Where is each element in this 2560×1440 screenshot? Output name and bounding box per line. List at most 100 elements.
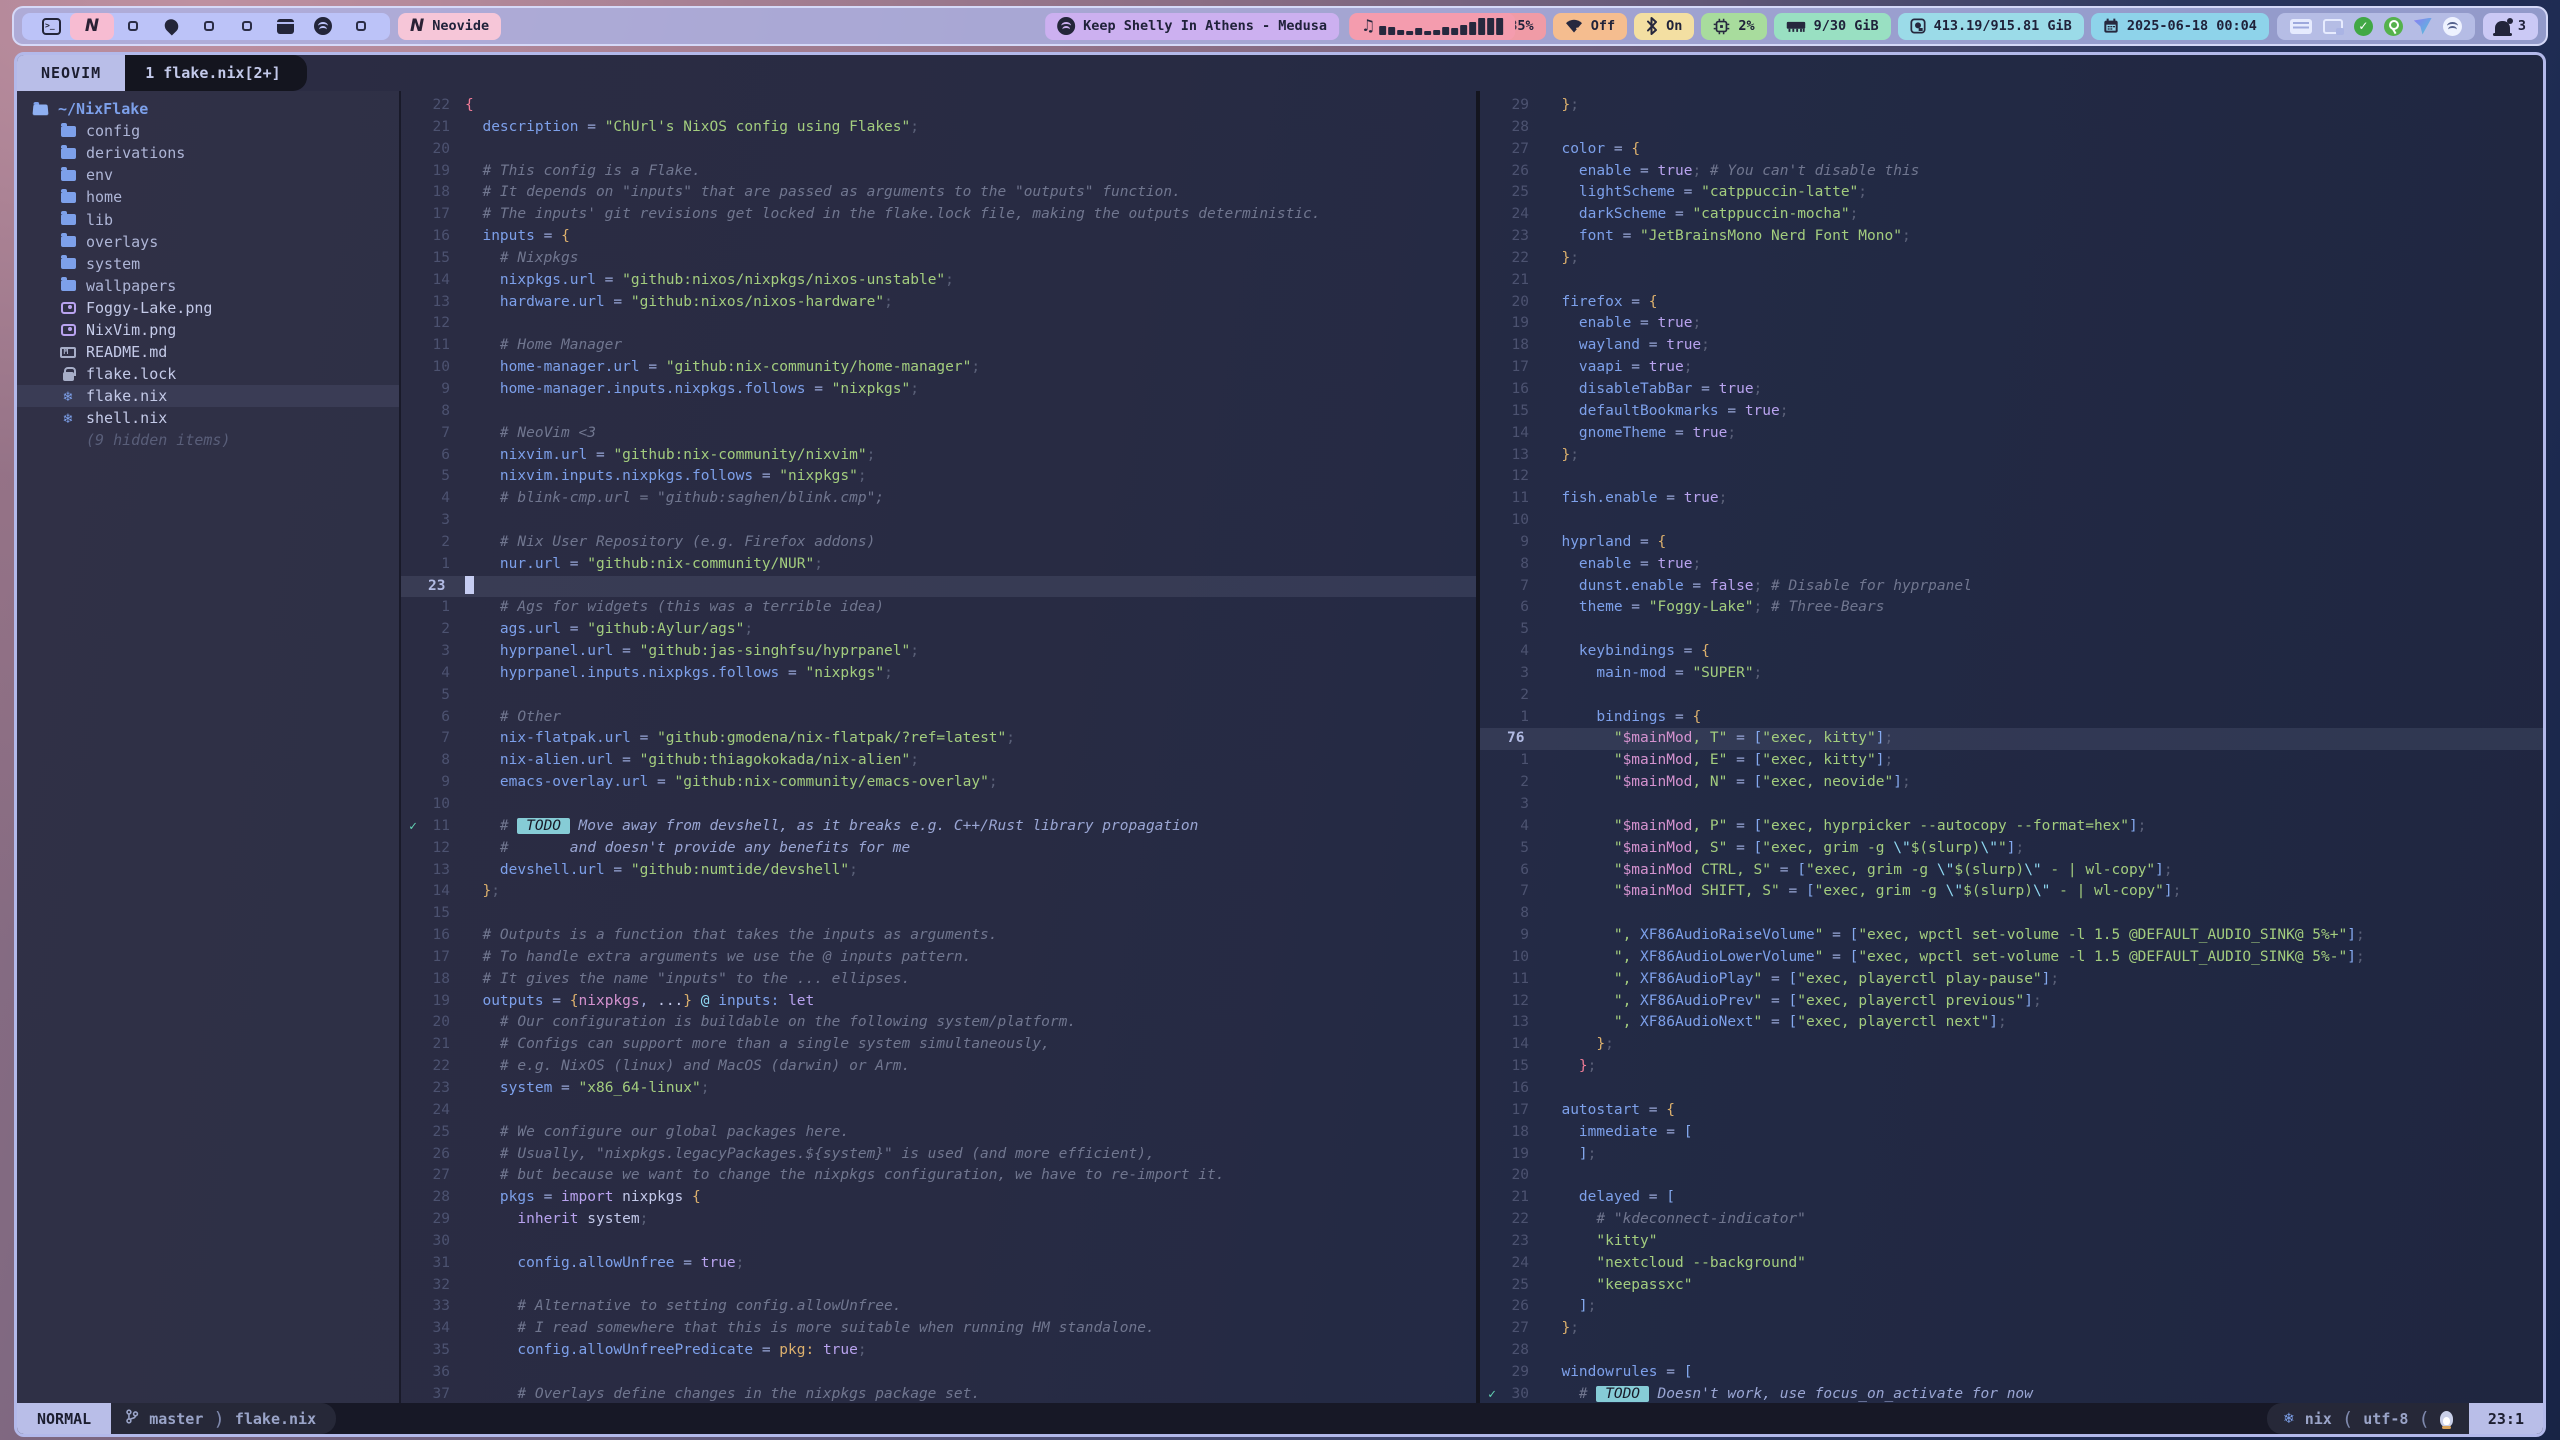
code-line[interactable]: 22 # "kdeconnect-indicator" [1480,1209,2543,1231]
code-line[interactable]: 9 hyprland = { [1480,532,2543,554]
vpn-tray-icon[interactable] [2414,18,2432,35]
tree-item-flake-nix[interactable]: flake.nix [17,385,399,407]
active-app-button[interactable]: Neovide [398,13,501,40]
workspace-button-spotify[interactable] [304,13,342,40]
code-line[interactable]: 4 hyprpanel.inputs.nixpkgs.follows = "ni… [401,663,1476,685]
code-line[interactable]: 12 # and doesn't provide any benefits fo… [401,838,1476,860]
workspace-button-empty[interactable] [342,13,380,40]
code-line[interactable]: 1 # Ags for widgets (this was a terrible… [401,597,1476,619]
tree-item-derivations[interactable]: derivations [17,142,399,164]
code-line[interactable]: 3 [1480,794,2543,816]
code-line[interactable]: 31 config.allowUnfree = true; [401,1253,1476,1275]
tree-item--nixflake[interactable]: ~/NixFlake [17,98,399,120]
tree-item-lib[interactable]: lib [17,208,399,230]
code-line[interactable]: 28 [1480,1340,2543,1362]
tab-buffer-flake-nix[interactable]: 1 flake.nix[2+] [125,55,306,91]
code-line[interactable]: 29 }; [1480,95,2543,117]
code-line[interactable]: 21 description = "ChUrl's NixOS config u… [401,117,1476,139]
code-line[interactable]: 19 ]; [1480,1144,2543,1166]
code-line[interactable]: 20 firefox = { [1480,292,2543,314]
disk-module[interactable]: 413.19/915.81 GiB [1898,13,2084,40]
code-line[interactable]: 14 }; [401,881,1476,903]
workspace-button-empty[interactable] [114,13,152,40]
code-line[interactable]: 10 ", XF86AudioLowerVolume" = ["exec, wp… [1480,947,2543,969]
code-line[interactable]: 36 [401,1362,1476,1384]
workspace-button-neovide[interactable] [70,13,114,40]
tree-item-home[interactable]: home [17,186,399,208]
code-line[interactable]: 26 enable = true; # You can't disable th… [1480,161,2543,183]
tree-item-config[interactable]: config [17,120,399,142]
tree-item-shell-nix[interactable]: shell.nix [17,407,399,429]
code-line[interactable]: 32 [401,1275,1476,1297]
code-line[interactable]: 28 [1480,117,2543,139]
tree-item-nixvim-png[interactable]: NixVim.png [17,319,399,341]
code-line[interactable]: 1 "$mainMod, E" = ["exec, kitty"]; [1480,750,2543,772]
code-line[interactable]: 3 [401,510,1476,532]
code-line[interactable]: 1 bindings = { [1480,707,2543,729]
code-line[interactable]: 76 "$mainMod, T" = ["exec, kitty"]; [1480,728,2543,750]
code-line[interactable]: 4 # blink-cmp.url = "github:saghen/blink… [401,488,1476,510]
tree-item-overlays[interactable]: overlays [17,231,399,253]
code-line[interactable]: 4 keybindings = { [1480,641,2543,663]
media-player-module[interactable]: Keep Shelly In Athens - Medusa [1045,13,1339,40]
code-line[interactable]: 8 [1480,903,2543,925]
memory-module[interactable]: 9/30 GiB [1774,13,1891,40]
code-line[interactable]: 28 pkgs = import nixpkgs { [401,1187,1476,1209]
code-line[interactable]: 15 # Nixpkgs [401,248,1476,270]
notifications-module[interactable]: 3 [2483,13,2538,40]
code-line[interactable]: 12 [401,313,1476,335]
tree-item-foggy-lake-png[interactable]: Foggy-Lake.png [17,297,399,319]
code-line[interactable]: 22 }; [1480,248,2543,270]
code-line[interactable]: 15 [401,903,1476,925]
code-line[interactable]: 21 [1480,270,2543,292]
code-line[interactable]: 33 # Alternative to setting config.allow… [401,1296,1476,1318]
code-line[interactable]: 17 # To handle extra arguments we use th… [401,947,1476,969]
code-line[interactable]: 10 [401,794,1476,816]
code-line[interactable]: 11 fish.enable = true; [1480,488,2543,510]
code-line[interactable]: ✓11 # TODO Move away from devshell, as i… [401,816,1476,838]
workspace-button-files[interactable] [266,13,304,40]
code-line[interactable]: 12 ", XF86AudioPrev" = ["exec, playerctl… [1480,991,2543,1013]
code-line[interactable]: 20 # Our configuration is buildable on t… [401,1012,1476,1034]
code-line[interactable]: 8 enable = true; [1480,554,2543,576]
code-line[interactable]: 16 [1480,1078,2543,1100]
code-line[interactable]: 21 delayed = [ [1480,1187,2543,1209]
spotify-tray-icon[interactable] [2443,17,2462,36]
code-line[interactable]: 5 "$mainMod, S" = ["exec, grim -g \"$(sl… [1480,838,2543,860]
code-line[interactable]: 16 inputs = { [401,226,1476,248]
tree-item-readme-md[interactable]: README.md [17,341,399,363]
code-line[interactable]: 18 # It gives the name "inputs" to the .… [401,969,1476,991]
code-line[interactable]: 21 # Configs can support more than a sin… [401,1034,1476,1056]
workspace-button-empty[interactable] [228,13,266,40]
code-line[interactable]: 26 # Usually, "nixpkgs.legacyPackages.${… [401,1144,1476,1166]
code-line[interactable]: 7 nix-flatpak.url = "github:gmodena/nix-… [401,728,1476,750]
code-line[interactable]: 6 theme = "Foggy-Lake"; # Three-Bears [1480,597,2543,619]
screenshare-tray-icon[interactable] [2323,19,2343,34]
tab-neovim[interactable]: NEOVIM [17,55,125,91]
code-line[interactable]: 15 defaultBookmarks = true; [1480,401,2543,423]
code-line[interactable]: 5 nixvim.inputs.nixpkgs.follows = "nixpk… [401,466,1476,488]
code-line[interactable]: 16 # Outputs is a function that takes th… [401,925,1476,947]
code-line[interactable]: 23 system = "x86_64-linux"; [401,1078,1476,1100]
code-line[interactable]: 8 [401,401,1476,423]
code-line[interactable]: 23 [401,576,1476,598]
code-line[interactable]: 34 # I read somewhere that this is more … [401,1318,1476,1340]
code-line[interactable]: 3 main-mod = "SUPER"; [1480,663,2543,685]
code-line[interactable]: 2 # Nix User Repository (e.g. Firefox ad… [401,532,1476,554]
clock-module[interactable]: 2025-06-18 00:04 [2091,13,2269,40]
code-line[interactable]: 17 # The inputs' git revisions get locke… [401,204,1476,226]
bluetooth-module[interactable]: On [1634,13,1694,40]
code-line[interactable]: 14 nixpkgs.url = "github:nixos/nixpkgs/n… [401,270,1476,292]
code-line[interactable]: 13 hardware.url = "github:nixos/nixos-ha… [401,292,1476,314]
workspace-button-empty[interactable] [190,13,228,40]
code-line[interactable]: 27 color = { [1480,139,2543,161]
code-line[interactable]: 14 }; [1480,1034,2543,1056]
network-module[interactable]: Off [1553,13,1627,40]
code-line[interactable]: 9 home-manager.inputs.nixpkgs.follows = … [401,379,1476,401]
code-line[interactable]: 20 [1480,1165,2543,1187]
code-line[interactable]: 22 # e.g. NixOS (linux) and MacOS (darwi… [401,1056,1476,1078]
code-line[interactable]: 5 [401,685,1476,707]
code-line[interactable]: 18 wayland = true; [1480,335,2543,357]
code-line[interactable]: 19 # This config is a Flake. [401,161,1476,183]
code-line[interactable]: 24 "nextcloud --background" [1480,1253,2543,1275]
